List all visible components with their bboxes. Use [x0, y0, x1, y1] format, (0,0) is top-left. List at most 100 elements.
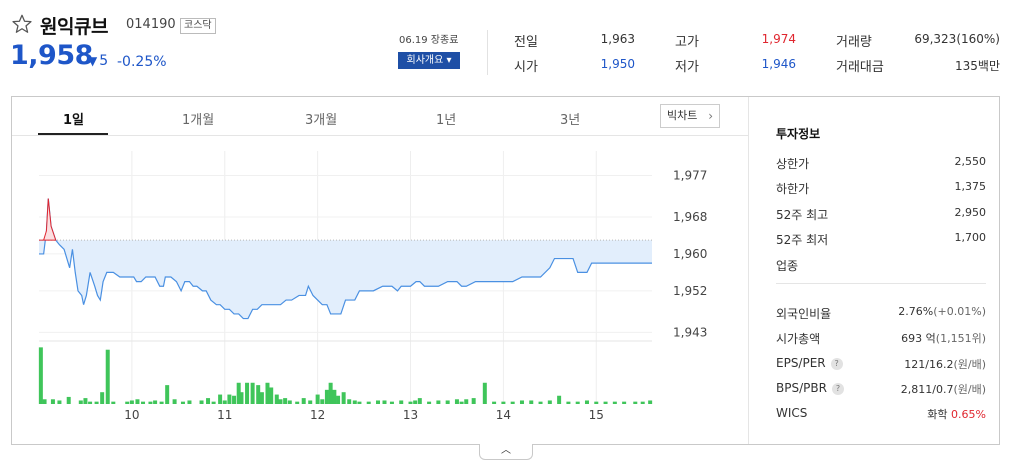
volume-bar-76	[538, 401, 543, 404]
foreign-ratio-value: 2.76%(+0.01%)	[898, 305, 986, 318]
tab-3year[interactable]: 3년	[560, 109, 580, 128]
eps-per-value: 121/16.2(원/배)	[904, 356, 986, 372]
volume-bar-80	[575, 401, 580, 404]
high-value: 1,974	[761, 32, 796, 46]
volume-bar-5	[78, 400, 83, 404]
volume-bar-41	[287, 400, 292, 404]
header-divider	[487, 30, 488, 75]
volume-bar-46	[320, 399, 325, 404]
collapse-button[interactable]: ︿	[479, 444, 533, 460]
eps-per-label: EPS/PER?	[776, 356, 843, 370]
lower-limit-label: 하한가	[776, 182, 810, 196]
volume-bar-32	[245, 382, 250, 404]
chart-panel: 1일 1개월 3개월 1년 3년 빅차트 › 1,977 1,968 1,960 1,9…	[11, 96, 1000, 445]
volume-bar-47	[324, 389, 329, 404]
tab-1day[interactable]: 1일	[63, 109, 84, 128]
volume-bar-49	[332, 389, 337, 404]
change-rate: -0.25%	[117, 54, 167, 70]
volume-bar-86	[633, 401, 638, 404]
volume-bar-33	[250, 382, 255, 404]
tab-1month[interactable]: 1개월	[182, 109, 214, 128]
down-arrow-icon: ▼	[88, 54, 98, 68]
volume-bar-8	[94, 401, 99, 404]
week52-high-label: 52주 최고	[776, 208, 829, 222]
y-tick-label-3: 1,952	[673, 284, 707, 298]
week52-low-label: 52주 최저	[776, 233, 829, 247]
upper-limit-label: 상한가	[776, 157, 810, 171]
volume-bar-26	[218, 394, 223, 404]
x-tick-label-1: 11	[217, 408, 232, 422]
volume-bar-51	[341, 392, 346, 404]
tab-3month[interactable]: 3개월	[305, 109, 337, 128]
volume-bar-88	[648, 400, 653, 404]
stock-quote-widget: 원익큐브 014190 코스닥 1,958 ▼ 5 -0.25% 06.19 장종…	[0, 0, 1036, 472]
volume-bar-11	[111, 401, 116, 404]
volume-bar-61	[413, 400, 418, 404]
volume-bar-16	[148, 401, 153, 404]
investment-info: 투자정보 상한가 2,550 하한가 1,375 52주 최고 2,950 52…	[749, 97, 999, 444]
volume-bar-45	[315, 394, 320, 404]
volume-bar-25	[211, 401, 216, 404]
volume-bar-50	[336, 395, 341, 404]
volume-bar-57	[382, 400, 387, 404]
info-title: 투자정보	[776, 127, 821, 141]
foreign-ratio: 2.76%	[898, 305, 934, 318]
volume-bar-34	[256, 385, 261, 404]
week52-low-value: 1,700	[954, 231, 987, 244]
market-badge: 코스닥	[180, 18, 216, 34]
week52-high-value: 2,950	[954, 206, 987, 219]
y-tick-label-1: 1,968	[673, 210, 707, 224]
info-separator	[776, 283, 986, 284]
volume-bar-35	[259, 392, 264, 404]
volume-bar-65	[445, 400, 450, 404]
favorite-star-icon[interactable]	[11, 13, 33, 35]
active-tab-indicator	[38, 133, 108, 135]
volume-bar-59	[399, 400, 404, 404]
x-tick-label-5: 15	[589, 408, 604, 422]
tab-1year[interactable]: 1년	[436, 109, 456, 128]
volume-bar-18	[159, 401, 164, 404]
help-icon[interactable]: ?	[831, 383, 844, 395]
volume-bar-79	[566, 401, 571, 404]
market-cap-rank: (1,151위)	[935, 332, 986, 345]
volume-bar-71	[492, 401, 497, 404]
volume-bar-68	[464, 399, 469, 404]
market-status: 06.19 장종료	[399, 35, 459, 46]
bps-pbr-label: BPS/PBR?	[776, 381, 844, 395]
volume-bar-4	[66, 396, 71, 404]
market-cap-label: 시가총액	[776, 332, 821, 346]
bps-pbr-unit: (원/배)	[953, 383, 986, 396]
eps-per-text: EPS/PER	[776, 356, 826, 370]
volume-bar-84	[612, 401, 617, 404]
help-icon[interactable]: ?	[830, 358, 843, 370]
volume-bar-75	[529, 400, 534, 404]
x-tick-label-2: 12	[310, 408, 325, 422]
foreign-ratio-label: 외국인비율	[776, 307, 832, 321]
volume-value: 69,323(160%)	[914, 32, 1000, 46]
bps-pbr-value: 2,811/0.7(원/배)	[901, 381, 986, 397]
x-tick-label-4: 14	[496, 408, 511, 422]
amount-label: 거래대금	[836, 60, 884, 75]
volume-bar-9	[100, 392, 105, 404]
volume-bar-56	[376, 400, 381, 404]
volume-bar-2	[50, 399, 55, 404]
volume-bar-74	[519, 400, 524, 404]
volume-bar-40	[283, 398, 288, 404]
company-overview-button[interactable]: 회사개요 ▾	[398, 52, 460, 69]
eps-per: 121/16.2	[904, 358, 954, 371]
volume-bar-43	[301, 398, 306, 404]
volume-bar-1	[42, 399, 47, 404]
low-value: 1,946	[761, 57, 796, 71]
bigchart-button[interactable]: 빅차트 ›	[660, 104, 720, 128]
eps-per-unit: (원/배)	[953, 358, 986, 371]
price-change: ▼ 5	[88, 53, 108, 69]
volume-bar-55	[366, 401, 371, 404]
volume-bar-73	[510, 401, 515, 404]
volume-bar-6	[83, 398, 88, 404]
current-price: 1,958	[10, 40, 93, 71]
volume-bar-64	[436, 400, 441, 404]
wics-rate: 0.65%	[951, 408, 986, 421]
volume-bar-54	[357, 401, 362, 404]
x-tick-label-0: 10	[124, 408, 139, 422]
lower-limit-value: 1,375	[954, 180, 987, 193]
